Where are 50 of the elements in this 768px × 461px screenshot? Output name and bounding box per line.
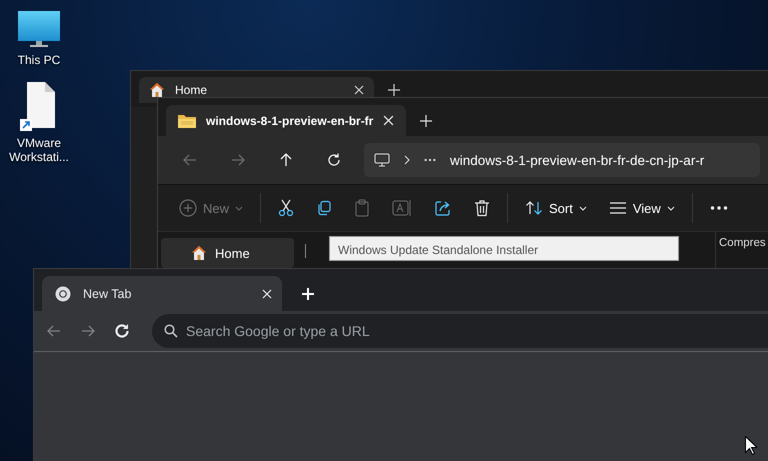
sort-button[interactable]: Sort: [514, 191, 598, 225]
tab[interactable]: windows-8-1-preview-en-br-fr: [166, 105, 406, 136]
refresh-icon: [326, 152, 342, 168]
close-icon: [262, 288, 272, 298]
view-button[interactable]: View: [598, 191, 686, 225]
close-icon: [383, 115, 394, 126]
tab-label: windows-8-1-preview-en-br-fr: [206, 114, 374, 128]
tab[interactable]: New Tab: [42, 276, 282, 311]
trash-icon: [474, 199, 490, 217]
mouse-cursor-icon: [745, 436, 757, 455]
more-icon: [424, 158, 436, 162]
path-text: windows-8-1-preview-en-br-fr-de-cn-jp-ar-r: [450, 152, 704, 168]
tab-label: Home: [175, 83, 208, 97]
home-icon: [191, 245, 207, 261]
reload-icon: [113, 322, 131, 340]
home-icon: [149, 82, 165, 98]
plus-circle-icon: [179, 199, 197, 217]
sort-icon: [525, 200, 544, 216]
monitor-icon: [374, 153, 390, 167]
caret-icon: [235, 206, 244, 210]
caret-icon: [666, 206, 675, 210]
tab-label: New Tab: [83, 286, 132, 300]
folder-icon: [178, 114, 196, 128]
address-bar[interactable]: windows-8-1-preview-en-br-fr-de-cn-jp-ar-r: [364, 143, 760, 177]
caret-icon: [578, 206, 587, 210]
forward-arrow-icon: [230, 152, 246, 168]
more-icon: [710, 205, 728, 211]
clipboard-icon: [354, 199, 370, 217]
back-arrow-icon: [46, 323, 62, 339]
close-icon: [354, 85, 364, 95]
tooltip: Windows Update Standalone Installer: [329, 236, 679, 261]
lines-icon: [608, 201, 627, 215]
plus-icon: [420, 114, 432, 126]
up-arrow-icon: [278, 152, 294, 168]
sidebar-item[interactable]: Home: [161, 238, 294, 268]
chevron-icon: [404, 155, 410, 165]
monitor-icon[interactable]: [17, 10, 61, 50]
back-arrow-icon: [182, 152, 198, 168]
icon-label: VMware Workstati...: [8, 136, 70, 164]
scissors-icon: [278, 199, 294, 217]
chrome-logo-icon: [55, 286, 71, 302]
plus-icon: [388, 84, 400, 96]
forward-arrow-icon: [80, 323, 96, 339]
omnibox[interactable]: Search Google or type a URL: [152, 314, 768, 348]
search-icon: [164, 324, 178, 338]
share-icon: [434, 199, 452, 217]
icon-label: This PC: [16, 53, 62, 67]
plus-icon: [302, 288, 314, 300]
rename-icon: [392, 199, 412, 217]
copy-icon: [316, 200, 332, 216]
